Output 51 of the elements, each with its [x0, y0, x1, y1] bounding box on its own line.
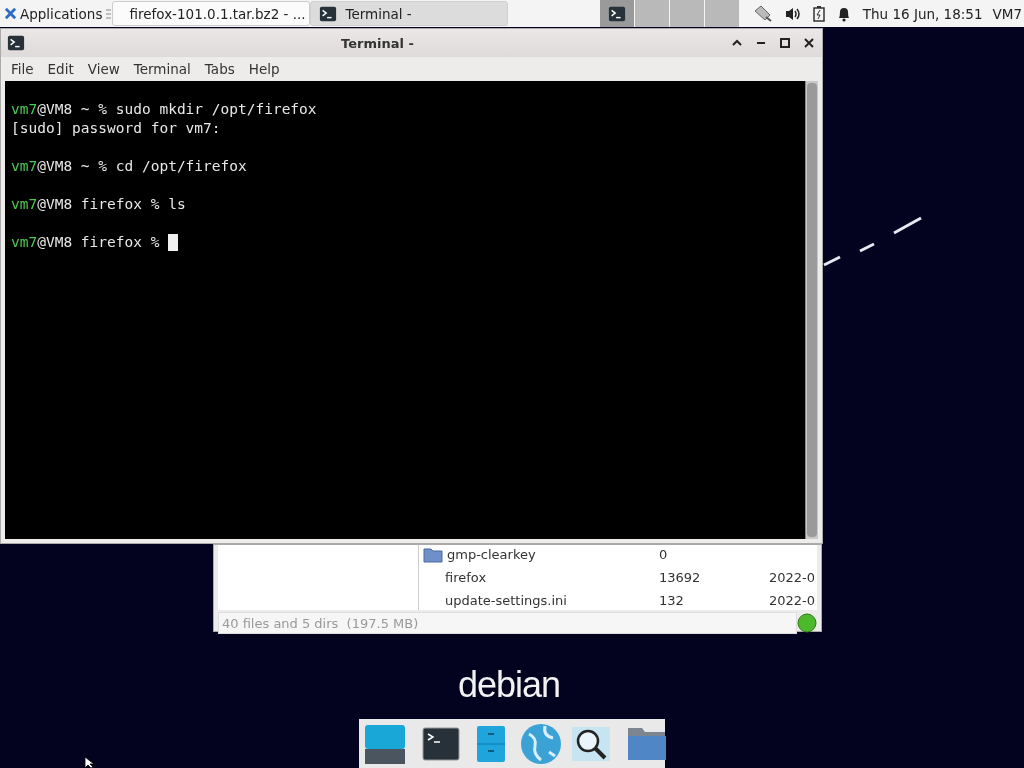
minimize-icon — [756, 42, 766, 44]
handle-icon — [106, 7, 113, 20]
taskbar-button[interactable]: firefox-101.0.1.tar.bz2 - ... — [112, 1, 311, 26]
usb-drive-icon[interactable] — [752, 4, 773, 23]
file-name[interactable]: firefox — [419, 570, 659, 585]
scrollbar[interactable] — [805, 81, 818, 539]
menu-item[interactable]: View — [81, 59, 126, 79]
prompt-user: vm7 — [11, 233, 38, 252]
applications-menu[interactable]: Applications — [0, 0, 107, 27]
prompt-user: vm7 — [11, 100, 38, 119]
terminal-output: [sudo] password for vm7: — [11, 119, 221, 138]
close-button[interactable] — [802, 36, 816, 50]
workspace-button[interactable] — [599, 0, 634, 27]
file-name[interactable]: gmp-clearkey — [419, 546, 659, 563]
taskbar-button[interactable]: Terminal - — [310, 1, 509, 26]
menu-item[interactable]: File — [5, 59, 40, 79]
terminal-command: @VM8 firefox % — [37, 233, 161, 252]
folder-icon — [423, 546, 443, 563]
file-date: 2022-0 — [769, 570, 817, 585]
user-name[interactable]: VM7 — [992, 5, 1022, 22]
menu-item[interactable]: Help — [242, 59, 286, 79]
status-text: 40 files and 5 dirs (197.5 MB) — [218, 612, 797, 634]
prompt-user: vm7 — [11, 157, 38, 176]
debian-logo: debian — [458, 664, 561, 706]
bell-icon[interactable] — [836, 5, 851, 22]
file-size: 13692 — [659, 570, 702, 585]
terminal-command: @VM8 ~ % sudo mkdir /opt/firefox — [37, 100, 317, 119]
file-name[interactable]: update-settings.ini — [419, 593, 659, 608]
window-title: Terminal - — [340, 35, 415, 51]
maximize-button[interactable] — [778, 36, 792, 50]
prompt-user: vm7 — [11, 195, 38, 214]
menu-item[interactable]: Edit — [41, 59, 80, 79]
clock[interactable]: Thu 16 Jun, 18:51 — [862, 5, 983, 22]
battery-icon[interactable] — [812, 5, 825, 22]
x-icon — [4, 7, 17, 20]
terminal-icon — [7, 34, 25, 52]
menu-item[interactable]: Tabs — [198, 59, 241, 79]
terminal-command: @VM8 firefox % ls — [37, 195, 186, 214]
file-size: 132 — [659, 593, 685, 608]
maximize-icon — [778, 36, 792, 50]
terminal-command: @VM8 ~ % cd /opt/firefox — [37, 157, 247, 176]
text-cursor — [168, 234, 179, 251]
status-indicator-icon — [797, 613, 817, 633]
file-size: 0 — [659, 547, 669, 562]
mouse-pointer-icon — [84, 757, 94, 768]
menu-item[interactable]: Terminal — [127, 59, 197, 79]
terminal-icon — [319, 4, 338, 23]
close-icon — [802, 36, 816, 50]
volume-icon[interactable] — [784, 6, 801, 21]
terminal-icon — [607, 4, 626, 23]
file-date: 2022-0 — [769, 593, 817, 608]
